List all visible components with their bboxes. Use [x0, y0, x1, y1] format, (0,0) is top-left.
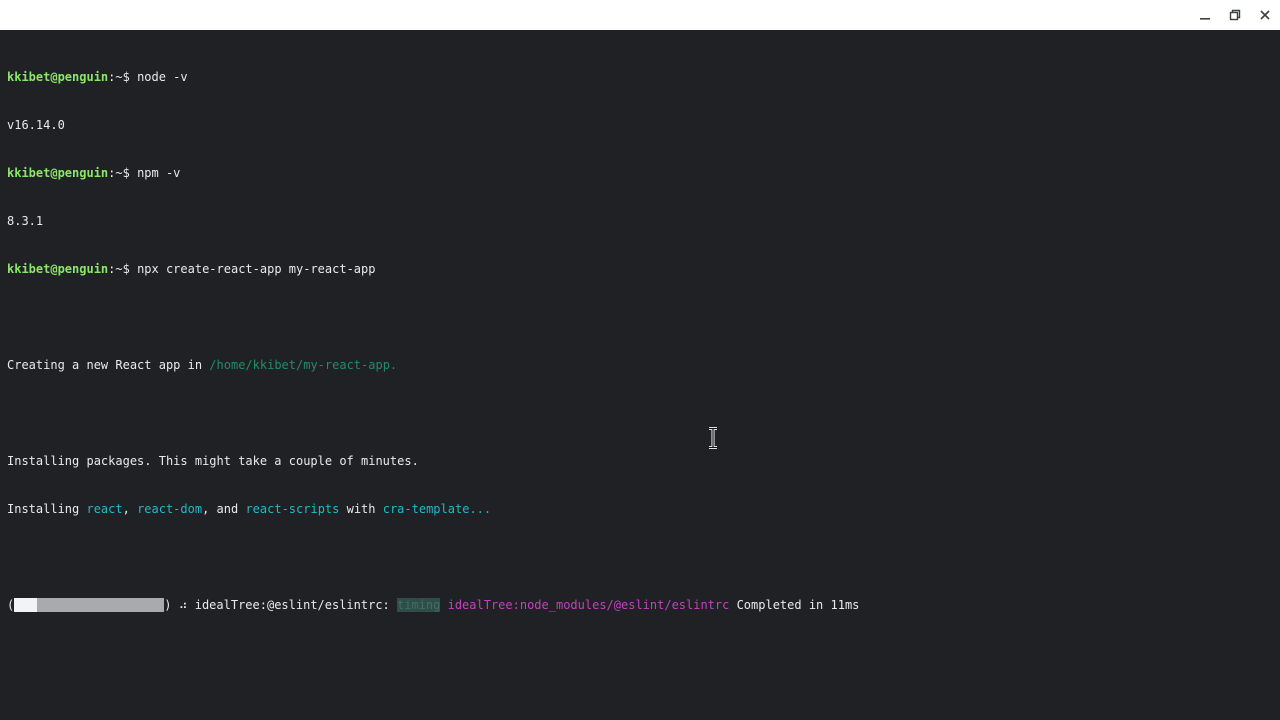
terminal-line: v16.14.0: [7, 117, 859, 133]
prompt-suffix: :~$: [108, 262, 138, 276]
terminal-line: Installing packages. This might take a c…: [7, 453, 859, 469]
terminal-line: kkibet@penguin:~$ node -v: [7, 69, 859, 85]
package-name: react-dom: [137, 502, 203, 516]
progress-open: (: [7, 598, 15, 612]
output-text: ,: [122, 502, 138, 516]
template-name: cra-template: [382, 502, 470, 516]
app-path: /home/kkibet/my-react-app: [209, 358, 390, 372]
output-text: v16.14.0: [7, 118, 65, 132]
terminal-area[interactable]: kkibet@penguin:~$ node -v v16.14.0 kkibe…: [0, 30, 1280, 720]
terminal-line: kkibet@penguin:~$ npx create-react-app m…: [7, 261, 859, 277]
progress-stage: idealTree:@eslint/eslintrc:: [194, 598, 398, 612]
minimize-button[interactable]: [1190, 0, 1220, 30]
timing-badge: timing: [397, 598, 441, 612]
terminal-line: Installing react, react-dom, and react-s…: [7, 501, 859, 517]
package-name: react-scripts: [245, 502, 340, 516]
command-text: npx create-react-app my-react-app: [137, 262, 376, 276]
prompt-user: kkibet@penguin: [7, 262, 109, 276]
terminal-line: kkibet@penguin:~$ npm -v: [7, 165, 859, 181]
progress-completed: Completed in 11ms: [729, 598, 860, 612]
terminal-line: 8.3.1: [7, 213, 859, 229]
prompt-suffix: :~$: [108, 70, 138, 84]
prompt-user: kkibet@penguin: [7, 70, 109, 84]
command-text: npm -v: [137, 166, 181, 180]
terminal-line: Creating a new React app in /home/kkibet…: [7, 357, 859, 373]
restore-icon: [1229, 9, 1241, 21]
output-text: .: [389, 358, 398, 372]
prompt-user: kkibet@penguin: [7, 166, 109, 180]
output-text: 8.3.1: [7, 214, 44, 228]
text-cursor-icon: [709, 427, 717, 449]
spinner-icon: ⠴: [171, 598, 195, 612]
package-name: react: [86, 502, 123, 516]
close-button[interactable]: [1250, 0, 1280, 30]
output-text: Creating a new React app in: [7, 358, 210, 372]
minimize-icon: [1200, 18, 1210, 20]
progress-bar-fill: [14, 598, 37, 612]
progress-detail: idealTree:node_modules/@eslint/eslintrc: [440, 598, 730, 612]
close-icon: [1260, 10, 1270, 20]
progress-bar: [14, 598, 165, 612]
prompt-suffix: :~$: [108, 166, 138, 180]
window-titlebar: [0, 0, 1280, 30]
output-text: Installing: [7, 502, 87, 516]
command-text: node -v: [137, 70, 188, 84]
output-text: with: [339, 502, 383, 516]
maximize-button[interactable]: [1220, 0, 1250, 30]
terminal-output: kkibet@penguin:~$ node -v v16.14.0 kkibe…: [7, 37, 859, 645]
output-text: , and: [202, 502, 246, 516]
output-text: Installing packages. This might take a c…: [7, 454, 419, 468]
progress-line: () ⠴ idealTree:@eslint/eslintrc: timing …: [7, 597, 859, 613]
output-text: ...: [469, 502, 492, 516]
